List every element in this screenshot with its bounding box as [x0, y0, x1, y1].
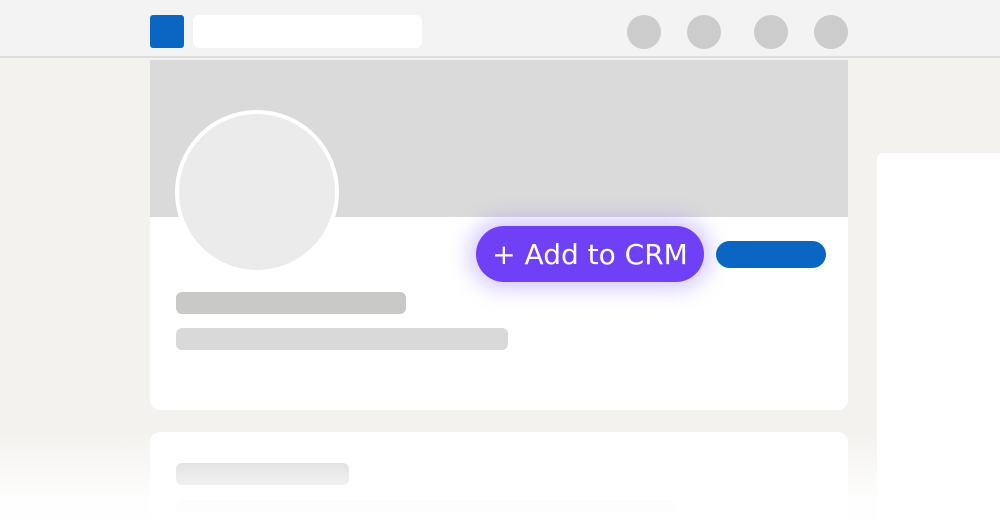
search-input[interactable] — [193, 15, 422, 48]
nav-icon-3[interactable] — [754, 15, 788, 49]
profile-name-placeholder — [176, 292, 406, 314]
nav-icon-1[interactable] — [627, 15, 661, 49]
activity-title-placeholder — [176, 463, 349, 485]
nav-icon-4[interactable] — [814, 15, 848, 49]
side-panel-card — [877, 153, 1000, 529]
app-logo-icon[interactable] — [150, 15, 184, 48]
add-to-crm-button[interactable]: + Add to CRM — [476, 226, 704, 282]
nav-icon-2[interactable] — [687, 15, 721, 49]
activity-card — [150, 432, 848, 529]
avatar[interactable] — [175, 110, 339, 274]
activity-text-placeholder — [176, 500, 676, 512]
top-navigation-bar — [0, 0, 1000, 58]
primary-action-button[interactable] — [716, 241, 826, 268]
profile-headline-placeholder — [176, 328, 508, 350]
